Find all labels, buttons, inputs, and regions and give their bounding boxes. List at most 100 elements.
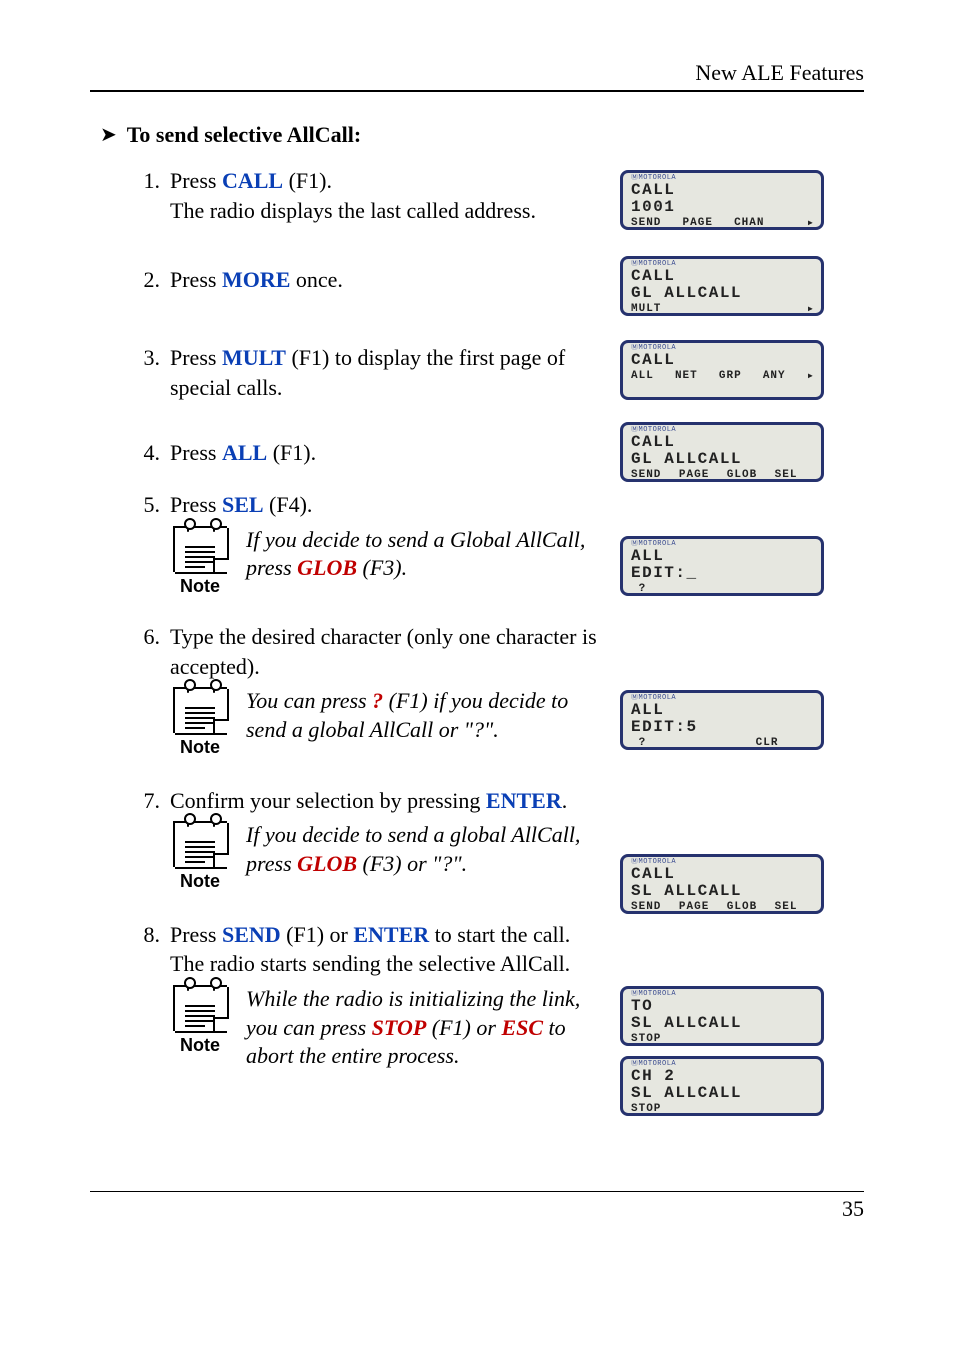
keyword-stop: STOP — [372, 1015, 427, 1040]
step-number: 6. — [130, 622, 170, 681]
note-label: Note — [180, 574, 220, 598]
step-number: 7. — [130, 786, 170, 816]
softkey-f2: PAGE — [679, 900, 709, 914]
softkey-f1: ? — [631, 582, 646, 596]
softkey-f1: SEND — [631, 468, 661, 482]
page: New ALE Features ➤ To send selective All… — [0, 0, 954, 1272]
section-title: To send selective AllCall: — [127, 122, 361, 148]
keyword-all: ALL — [222, 440, 267, 465]
note-label: Note — [180, 735, 220, 759]
text: (F1) or — [281, 922, 354, 947]
keyword-send: SEND — [222, 922, 281, 947]
keyword-question: ? — [372, 688, 383, 713]
step-8: 8. Press SEND (F1) or ENTER to start the… — [130, 920, 600, 979]
lcd-screen-1: ⓂMOTOROLA CALL 1001 SEND PAGE CHAN ▸ — [620, 170, 824, 230]
note-8: Note While the radio is initializing the… — [170, 985, 600, 1071]
lcd-line1: ALL — [631, 548, 815, 565]
lcd-screen-9: ⓂMOTOROLA CH 2 SL ALLCALL STOP — [620, 1056, 824, 1116]
note-icon — [173, 985, 227, 1031]
lcd-screen-5: ⓂMOTOROLA ALL EDIT:_ ? — [620, 536, 824, 596]
step-1: 1. Press CALL (F1). The radio displays t… — [130, 166, 600, 225]
lcd-screen-3: ⓂMOTOROLA CALL ALL NET GRP ANY ▸ — [620, 340, 824, 400]
more-icon: ▸ — [807, 217, 815, 229]
softkey-f1: SEND — [631, 900, 661, 914]
text: Press — [170, 267, 222, 292]
softkey-f3: CHAN — [734, 216, 764, 230]
text: Press — [170, 492, 222, 517]
text: Press — [170, 922, 222, 947]
pointer-icon: ➤ — [100, 122, 117, 148]
page-number: 35 — [842, 1196, 864, 1221]
lcd-line2: SL ALLCALL — [631, 1015, 815, 1032]
lcd-line1: CALL — [631, 434, 815, 451]
softkey-f4: SEL — [775, 468, 798, 482]
step-body: Confirm your selection by pressing ENTER… — [170, 786, 600, 816]
note-icon — [173, 821, 227, 867]
text: (F1) or — [426, 1015, 501, 1040]
step-number: 5. — [130, 490, 170, 520]
softkey-f2: NET — [675, 369, 698, 383]
note-text: While the radio is initializing the link… — [246, 985, 600, 1071]
step-body: Press MULT (F1) to display the first pag… — [170, 343, 600, 402]
keyword-glob: GLOB — [297, 851, 357, 876]
text: Press — [170, 440, 222, 465]
note-icon-wrap: Note — [170, 687, 230, 759]
keyword-more: MORE — [222, 267, 290, 292]
lcd-softkeys: MULT ▸ — [631, 302, 815, 316]
lcd-softkeys: SEND PAGE CHAN ▸ — [631, 216, 815, 230]
text: (F3). — [357, 555, 407, 580]
lcd-line1: ALL — [631, 702, 815, 719]
note-5: Note If you decide to send a Global AllC… — [170, 526, 600, 598]
softkey-f1: STOP — [631, 1032, 661, 1046]
step-body: Press ALL (F1). — [170, 438, 600, 468]
step-4: 4. Press ALL (F1). — [130, 438, 600, 468]
lcd-screen-6: ⓂMOTOROLA ALL EDIT:5 ? CLR — [620, 690, 824, 750]
more-icon: ▸ — [807, 303, 815, 315]
text: . — [562, 788, 568, 813]
step-number: 4. — [130, 438, 170, 468]
text: (F1). — [267, 440, 316, 465]
softkey-f1: SEND — [631, 216, 661, 230]
lcd-softkeys: ? — [631, 582, 815, 596]
softkey-f1: MULT — [631, 302, 661, 316]
section-heading-row: ➤ To send selective AllCall: — [100, 122, 864, 148]
note-icon-wrap: Note — [170, 526, 230, 598]
lcd-line2: SL ALLCALL — [631, 1085, 815, 1102]
lcd-softkeys: STOP — [631, 1102, 815, 1116]
step-body: Press SEL (F4). — [170, 490, 600, 520]
step-7: 7. Confirm your selection by pressing EN… — [130, 786, 600, 816]
softkey-f1: ALL — [631, 369, 654, 383]
keyword-glob: GLOB — [297, 555, 357, 580]
text: You can press — [246, 688, 372, 713]
text: Press — [170, 168, 222, 193]
lcd-line1: CALL — [631, 352, 815, 369]
note-7: Note If you decide to send a global AllC… — [170, 821, 600, 893]
step-6: 6. Type the desired character (only one … — [130, 622, 600, 681]
note-icon — [173, 687, 227, 733]
step-number: 8. — [130, 920, 170, 979]
screens-column: ⓂMOTOROLA CALL 1001 SEND PAGE CHAN ▸ ⓂMO… — [620, 166, 830, 1116]
keyword-esc: ESC — [501, 1015, 543, 1040]
lcd-line1: TO — [631, 998, 815, 1015]
step-2: 2. Press MORE once. — [130, 265, 600, 295]
note-icon-wrap: Note — [170, 985, 230, 1057]
lcd-softkeys: SEND PAGE GLOB SEL — [631, 900, 815, 914]
text: once. — [290, 267, 343, 292]
softkey-f4: CLR — [756, 736, 779, 750]
keyword-sel: SEL — [222, 492, 264, 517]
lcd-line1: CALL — [631, 182, 815, 199]
lcd-line2: GL ALLCALL — [631, 451, 815, 468]
lcd-line2: GL ALLCALL — [631, 285, 815, 302]
note-6: Note You can press ? (F1) if you decide … — [170, 687, 600, 759]
softkey-f3: GLOB — [727, 468, 757, 482]
brand-label: ⓂMOTOROLA — [631, 990, 815, 998]
lcd-softkeys: ALL NET GRP ANY ▸ — [631, 369, 815, 383]
step-body: Press SEND (F1) or ENTER to start the ca… — [170, 920, 600, 979]
more-icon: ▸ — [807, 370, 815, 382]
lcd-softkeys: SEND PAGE GLOB SEL — [631, 468, 815, 482]
lcd-line2: EDIT:_ — [631, 565, 815, 582]
step-number: 3. — [130, 343, 170, 402]
text: (F3) or "?". — [357, 851, 467, 876]
softkey-f1: STOP — [631, 1102, 661, 1116]
text: (F1). — [283, 168, 332, 193]
